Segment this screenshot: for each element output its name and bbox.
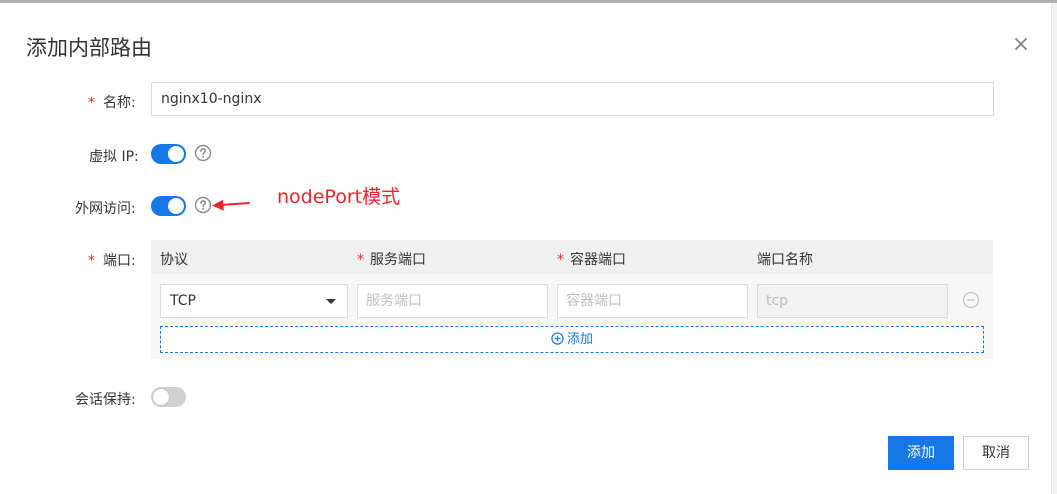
external-access-switch[interactable] bbox=[151, 196, 186, 216]
ports-table: 协议 * 服务端口 * 容器端口 端口名称 TCP 添加 bbox=[151, 240, 993, 359]
name-input[interactable] bbox=[151, 82, 994, 116]
switch-knob bbox=[168, 146, 184, 162]
add-port-button[interactable]: 添加 bbox=[160, 326, 984, 353]
caret-down-icon bbox=[326, 299, 336, 304]
ports-label: 端口: bbox=[103, 253, 136, 269]
confirm-add-button[interactable]: 添加 bbox=[888, 436, 954, 470]
external-access-label: 外网访问: bbox=[75, 201, 136, 217]
name-label: 名称: bbox=[103, 95, 136, 111]
protocol-value: TCP bbox=[170, 293, 196, 309]
window-top-border bbox=[0, 0, 1057, 3]
session-affinity-label: 会话保持: bbox=[75, 392, 136, 408]
switch-knob bbox=[168, 198, 184, 214]
column-label: 端口名称 bbox=[757, 252, 813, 268]
virtual-ip-switch[interactable] bbox=[151, 144, 186, 164]
question-circle-icon[interactable] bbox=[194, 144, 212, 162]
cancel-button[interactable]: 取消 bbox=[963, 436, 1029, 470]
question-circle-icon[interactable] bbox=[194, 196, 212, 214]
required-mark: * bbox=[557, 252, 564, 268]
scrollbar-track[interactable] bbox=[1051, 3, 1057, 494]
add-port-label: 添加 bbox=[566, 332, 593, 347]
switch-knob bbox=[153, 389, 169, 405]
close-icon[interactable]: × bbox=[1011, 34, 1031, 56]
column-label: 协议 bbox=[160, 252, 188, 268]
red-arrow-icon bbox=[212, 199, 250, 211]
required-mark: * bbox=[357, 252, 364, 268]
dialog-title: 添加内部路由 bbox=[26, 36, 152, 60]
column-port-name: 端口名称 bbox=[757, 249, 813, 269]
session-affinity-switch[interactable] bbox=[151, 387, 186, 407]
port-name-input bbox=[757, 284, 948, 318]
container-port-input[interactable] bbox=[557, 284, 748, 318]
plus-circle-icon bbox=[551, 332, 564, 345]
annotation-text: nodePort模式 bbox=[277, 186, 401, 208]
virtual-ip-label: 虚拟 IP: bbox=[89, 149, 139, 165]
name-label-group: * 名称: bbox=[88, 92, 136, 112]
ports-label-group: * 端口: bbox=[88, 250, 136, 270]
required-mark: * bbox=[88, 253, 95, 269]
minus-circle-icon[interactable] bbox=[962, 291, 980, 309]
protocol-select[interactable]: TCP bbox=[160, 284, 348, 318]
column-label: 服务端口 bbox=[370, 252, 426, 268]
column-container-port: * 容器端口 bbox=[557, 249, 626, 269]
column-service-port: * 服务端口 bbox=[357, 249, 426, 269]
column-label: 容器端口 bbox=[570, 252, 626, 268]
ports-table-header: 协议 * 服务端口 * 容器端口 端口名称 bbox=[151, 240, 993, 274]
required-mark: * bbox=[88, 95, 95, 111]
service-port-input[interactable] bbox=[357, 284, 548, 318]
column-protocol: 协议 bbox=[160, 249, 188, 269]
